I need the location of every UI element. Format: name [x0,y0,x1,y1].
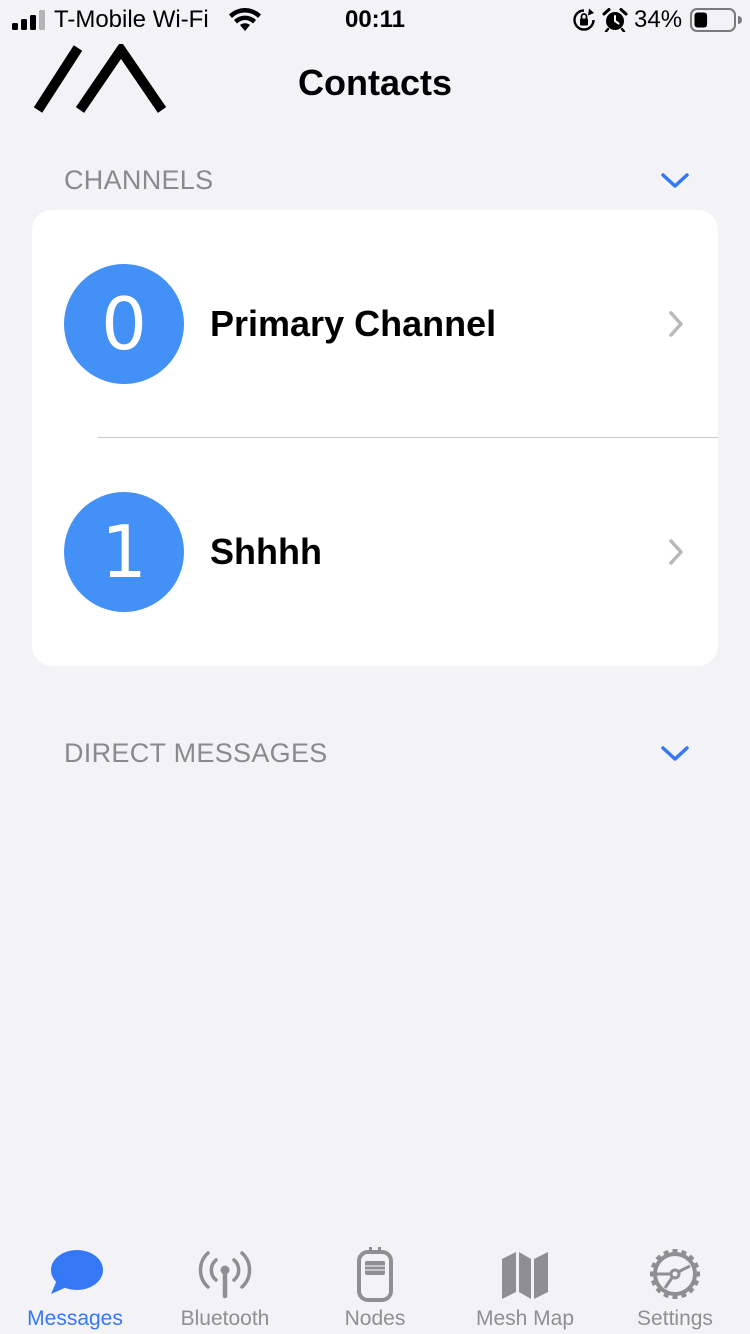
tab-bar: Messages Bluetooth Nodes Mesh Map Settin… [0,1234,750,1334]
tab-label: Bluetooth [180,1307,270,1330]
alarm-icon [602,8,628,32]
channel-index-avatar: 1 [64,492,184,612]
channel-index-avatar: 0 [64,264,184,384]
device-icon [357,1247,393,1302]
channel-row-shhhh[interactable]: 1 Shhhh [32,438,718,666]
page-title: Contacts [297,62,453,103]
tab-mesh-map[interactable]: Mesh Map [450,1234,600,1334]
tab-messages[interactable]: Messages [0,1234,150,1334]
channel-name: Primary Channel [210,303,497,344]
channels-section-header[interactable]: CHANNELS [64,160,704,200]
chevron-right-icon [669,539,683,565]
rotation-lock-icon [573,8,595,31]
channel-row-primary[interactable]: 0 Primary Channel [32,210,718,438]
battery-icon [690,8,742,32]
battery-percent: 34% [634,6,683,33]
channel-name: Shhhh [210,531,322,572]
chevron-right-icon [669,311,683,337]
tab-bluetooth[interactable]: Bluetooth [150,1234,300,1334]
tab-label: Messages [27,1307,123,1330]
chevron-down-icon[interactable] [660,741,690,765]
direct-messages-section-header[interactable]: DIRECT MESSAGES [64,733,704,773]
tab-label: Nodes [344,1307,406,1330]
map-icon [502,1252,548,1299]
tab-settings[interactable]: Settings [600,1234,750,1334]
channels-header-label: CHANNELS [64,165,214,195]
direct-messages-header-label: DIRECT MESSAGES [64,738,328,768]
tab-label: Mesh Map [475,1307,575,1330]
status-bar: T-Mobile Wi-Fi 00:11 34% [0,0,750,40]
tab-label: Settings [637,1307,713,1330]
channels-list: 0 Primary Channel 1 Shhhh [32,210,718,666]
antenna-icon [198,1251,252,1299]
chevron-down-icon[interactable] [660,168,690,192]
message-bubble-icon [51,1250,103,1294]
gear-icon [650,1249,700,1299]
tab-nodes[interactable]: Nodes [300,1234,450,1334]
